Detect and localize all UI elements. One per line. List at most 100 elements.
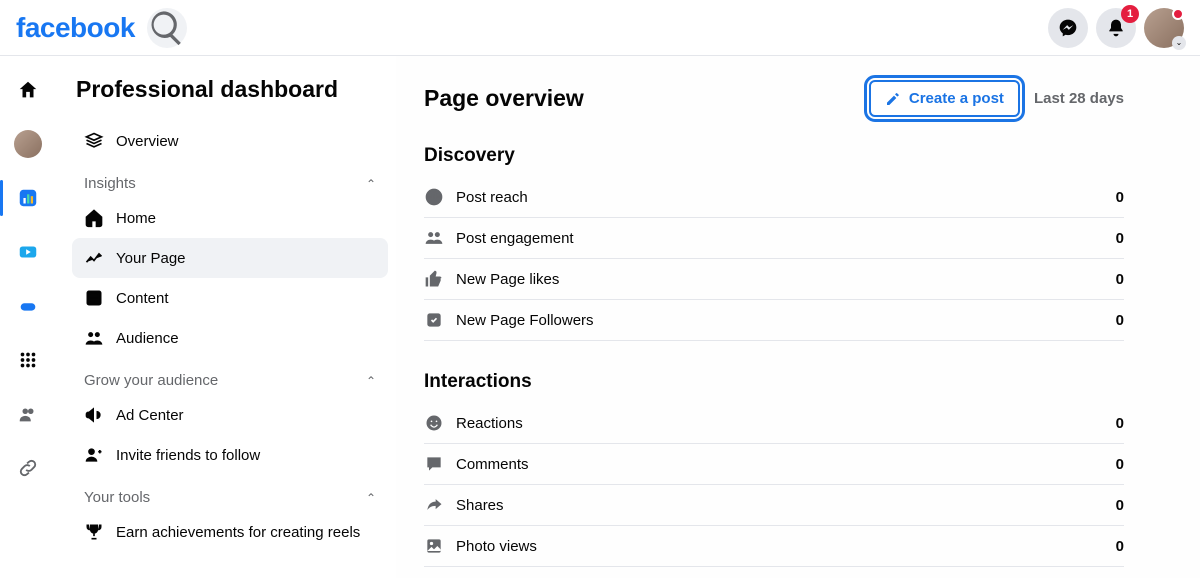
megaphone-icon bbox=[84, 405, 104, 425]
interactions-section: Interactions Reactions 0 Comments 0 Shar… bbox=[424, 371, 1124, 578]
avatar-dot bbox=[1172, 8, 1184, 20]
profile-avatar[interactable]: ⌄ bbox=[1144, 8, 1184, 48]
sidebar-item-label: Your Page bbox=[116, 250, 186, 267]
metric-value: 0 bbox=[1116, 271, 1124, 288]
grid-icon bbox=[17, 349, 39, 371]
invite-icon bbox=[84, 445, 104, 465]
search-icon bbox=[147, 8, 187, 48]
rail-home[interactable] bbox=[10, 72, 46, 108]
period-label: Last 28 days bbox=[1034, 90, 1124, 107]
create-post-button[interactable]: Create a post bbox=[869, 80, 1020, 117]
sidebar-your-page[interactable]: Your Page bbox=[72, 238, 388, 278]
compose-icon bbox=[885, 91, 901, 107]
metric-new-followers[interactable]: New Page Followers 0 bbox=[424, 300, 1124, 341]
rail-gaming[interactable] bbox=[10, 288, 46, 324]
sidebar-section-label: Grow your audience bbox=[84, 372, 218, 389]
sidebar-home[interactable]: Home bbox=[72, 198, 388, 238]
main-content: Page overview Create a post Last 28 days… bbox=[396, 56, 1200, 578]
globe-icon bbox=[424, 187, 444, 207]
rail-insights[interactable] bbox=[10, 180, 46, 216]
audience-icon bbox=[84, 328, 104, 348]
metric-post-engagement[interactable]: Post engagement 0 bbox=[424, 218, 1124, 259]
rail-link[interactable] bbox=[10, 450, 46, 486]
home-outline-icon bbox=[84, 208, 104, 228]
sidebar-section-tools[interactable]: Your tools ⌃ bbox=[72, 475, 388, 512]
chevron-up-icon: ⌃ bbox=[366, 177, 376, 191]
metric-comments[interactable]: Comments 0 bbox=[424, 444, 1124, 485]
group-icon bbox=[17, 403, 39, 425]
sidebar-section-grow[interactable]: Grow your audience ⌃ bbox=[72, 358, 388, 395]
rail-video[interactable] bbox=[10, 234, 46, 270]
metric-label: Post reach bbox=[456, 189, 528, 206]
controller-icon bbox=[17, 295, 39, 317]
trend-icon bbox=[84, 248, 104, 268]
chevron-up-icon: ⌃ bbox=[366, 491, 376, 505]
metric-reactions[interactable]: Reactions 0 bbox=[424, 403, 1124, 444]
sidebar-ad-center[interactable]: Ad Center bbox=[72, 395, 388, 435]
metric-value: 0 bbox=[1116, 456, 1124, 473]
metric-label: New Page likes bbox=[456, 271, 559, 288]
comment-icon bbox=[424, 454, 444, 474]
left-rail bbox=[0, 56, 56, 578]
metric-value: 0 bbox=[1116, 497, 1124, 514]
content-icon bbox=[84, 288, 104, 308]
sidebar-item-label: Ad Center bbox=[116, 407, 184, 424]
like-icon bbox=[424, 269, 444, 289]
layers-icon bbox=[84, 131, 104, 151]
sidebar-section-label: Insights bbox=[84, 175, 136, 192]
sidebar-item-label: Overview bbox=[116, 133, 179, 150]
metric-label: Post engagement bbox=[456, 230, 574, 247]
share-icon bbox=[424, 495, 444, 515]
link-icon bbox=[17, 457, 39, 479]
rail-profile[interactable] bbox=[10, 126, 46, 162]
chevron-up-icon: ⌃ bbox=[366, 374, 376, 388]
page-title: Page overview bbox=[424, 85, 584, 112]
metric-value: 0 bbox=[1116, 415, 1124, 432]
photo-icon bbox=[424, 536, 444, 556]
sidebar-section-insights[interactable]: Insights ⌃ bbox=[72, 161, 388, 198]
sidebar-audience[interactable]: Audience bbox=[72, 318, 388, 358]
metric-shares[interactable]: Shares 0 bbox=[424, 485, 1124, 526]
sidebar-content[interactable]: Content bbox=[72, 278, 388, 318]
rail-menu[interactable] bbox=[10, 342, 46, 378]
metric-label: Comments bbox=[456, 456, 529, 473]
sidebar-item-label: Invite friends to follow bbox=[116, 447, 260, 464]
metric-link-clicks[interactable]: Link clicks 0 bbox=[424, 567, 1124, 578]
sidebar-item-label: Home bbox=[116, 210, 156, 227]
page-header: Page overview Create a post Last 28 days bbox=[424, 80, 1124, 117]
notifications-button[interactable]: 1 bbox=[1096, 8, 1136, 48]
notification-badge: 1 bbox=[1121, 5, 1139, 23]
metric-post-reach[interactable]: Post reach 0 bbox=[424, 177, 1124, 218]
chevron-down-icon: ⌄ bbox=[1172, 36, 1186, 50]
search-button[interactable] bbox=[147, 8, 187, 48]
metric-new-likes[interactable]: New Page likes 0 bbox=[424, 259, 1124, 300]
people-icon bbox=[424, 228, 444, 248]
create-post-label: Create a post bbox=[909, 90, 1004, 107]
trophy-icon bbox=[84, 522, 104, 542]
metric-label: Photo views bbox=[456, 538, 537, 555]
follower-icon bbox=[424, 310, 444, 330]
video-icon bbox=[17, 241, 39, 263]
metric-value: 0 bbox=[1116, 538, 1124, 555]
home-icon bbox=[17, 79, 39, 101]
messenger-icon bbox=[1058, 18, 1078, 38]
sidebar-item-label: Earn achievements for creating reels bbox=[116, 524, 360, 541]
sidebar-title: Professional dashboard bbox=[72, 76, 388, 103]
metric-label: Shares bbox=[456, 497, 504, 514]
messenger-button[interactable] bbox=[1048, 8, 1088, 48]
metric-label: Reactions bbox=[456, 415, 523, 432]
metric-photo-views[interactable]: Photo views 0 bbox=[424, 526, 1124, 567]
metric-label: New Page Followers bbox=[456, 312, 594, 329]
sidebar-section-label: Your tools bbox=[84, 489, 150, 506]
sidebar-invite[interactable]: Invite friends to follow bbox=[72, 435, 388, 475]
top-right-actions: 1 ⌄ bbox=[1048, 8, 1184, 48]
rail-avatar-icon bbox=[14, 130, 42, 158]
sidebar-achievements[interactable]: Earn achievements for creating reels bbox=[72, 512, 388, 552]
rail-groups[interactable] bbox=[10, 396, 46, 432]
sidebar-overview[interactable]: Overview bbox=[72, 121, 388, 161]
metric-value: 0 bbox=[1116, 230, 1124, 247]
facebook-logo[interactable]: facebook bbox=[16, 12, 135, 44]
chart-icon bbox=[17, 187, 39, 209]
discovery-heading: Discovery bbox=[424, 145, 1124, 167]
top-bar: facebook 1 ⌄ bbox=[0, 0, 1200, 56]
